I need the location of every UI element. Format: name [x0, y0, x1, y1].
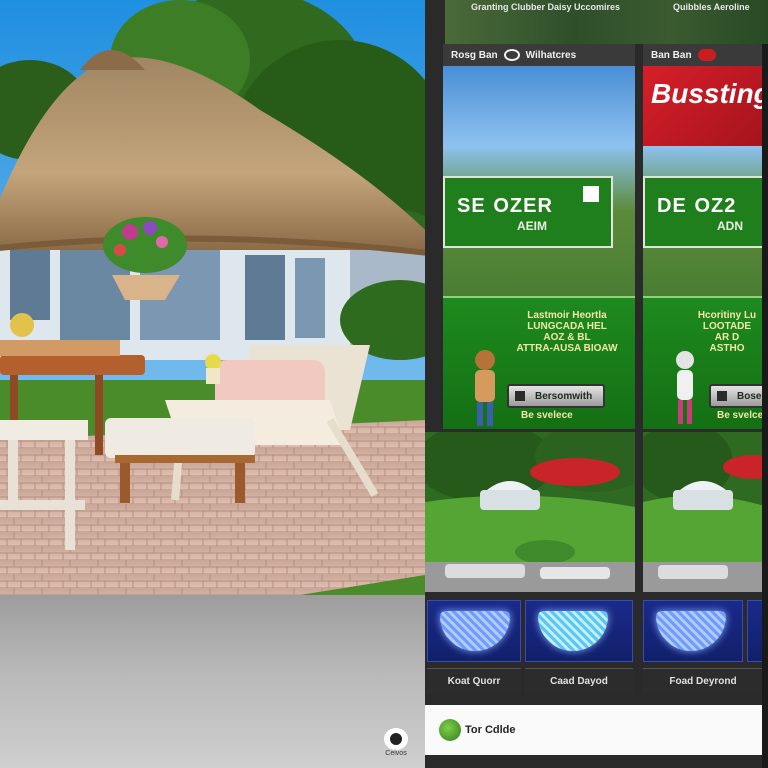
- ad-column: Granting Clubber Daisy Uccomires Quibble…: [425, 0, 768, 768]
- ad-card-1[interactable]: Rosg Ban Wilhatcres SE OZER AEIM Lastmoi…: [443, 44, 635, 429]
- ad-bar-label: Rosg Ban: [451, 49, 498, 61]
- ad-headline-part-1: SE: [457, 195, 486, 217]
- ad-headline: DE OZ2: [657, 191, 766, 219]
- ad-card-2[interactable]: Ban Ban Busstinge DE OZ2 ADN Hcoritiny L: [643, 44, 768, 429]
- person-figure-icon: [475, 350, 495, 426]
- product-tile-1[interactable]: [427, 600, 521, 662]
- ad-headline-part-2: OZ2: [694, 195, 737, 217]
- ad-scene: Busstinge DE OZ2 ADN Hcoritiny Lu LOOTAD…: [643, 66, 768, 429]
- ad-banner: Busstinge: [643, 66, 768, 146]
- product-tiles: [425, 600, 768, 665]
- ad-cta-button[interactable]: Boserdh: [709, 384, 768, 408]
- garden-thumbnail-1[interactable]: [425, 432, 635, 592]
- footer-bar[interactable]: Tor Cdlde: [425, 705, 768, 755]
- garden-thumbnail-2[interactable]: [643, 432, 768, 592]
- ad-headline-box: SE OZER AEIM: [443, 176, 613, 248]
- ad-headline-part-2: OZER: [493, 195, 553, 217]
- checkbox-icon: [583, 186, 599, 202]
- product-tile-2[interactable]: [525, 600, 633, 662]
- basket-icon: [656, 611, 726, 651]
- ad-promo-text: Hcoritiny Lu LOOTADE AR D ASTHO: [697, 310, 757, 354]
- ad-logo-icon: [503, 49, 520, 61]
- brand-logo-icon: Ceivos: [379, 728, 413, 758]
- top-strip: Granting Clubber Daisy Uccomires Quibble…: [445, 0, 768, 44]
- product-tile-3[interactable]: [643, 600, 743, 662]
- ad-promo-panel: Lastmoir Heortla LUNGCADA HEL AOZ & BL A…: [443, 296, 635, 429]
- ad-logo-icon: [697, 49, 716, 61]
- caption-3[interactable]: Foad Deyrond: [643, 668, 763, 694]
- ad-promo-panel: Hcoritiny Lu LOOTADE AR D ASTHO Boserdh …: [643, 296, 768, 429]
- caption-2[interactable]: Caad Dayod: [525, 668, 633, 694]
- ad-header-bar: Rosg Ban Wilhatcres: [443, 44, 635, 66]
- caption-1[interactable]: Koat Quorr: [427, 668, 521, 694]
- grey-placeholder-area: Ceivos: [0, 595, 425, 768]
- ad-headline-box: DE OZ2 ADN: [643, 176, 768, 248]
- top-strip-right-text: Quibbles Aeroline: [673, 2, 750, 12]
- ad-scene: SE OZER AEIM Lastmoir Heortla LUNGCADA H…: [443, 66, 635, 429]
- ad-subheadline: AEIM: [517, 219, 547, 233]
- hero-photo-patio: [0, 0, 425, 595]
- footer-label: Tor Cdlde: [465, 724, 516, 736]
- ad-promo-text: Lastmoir Heortla LUNGCADA HEL AOZ & BL A…: [516, 310, 618, 354]
- person-figure-icon: [676, 351, 694, 424]
- top-strip-left-text: Granting Clubber Daisy Uccomires: [471, 2, 621, 12]
- ad-headline-part-1: DE: [657, 195, 687, 217]
- ad-cta-button[interactable]: Bersomwith: [507, 384, 605, 408]
- ad-bar-label-2: Wilhatcres: [525, 49, 577, 61]
- leaf-icon: [439, 719, 461, 741]
- caption-row: Koat Quorr Caad Dayod Foad Deyrond: [425, 668, 768, 696]
- basket-icon: [440, 611, 510, 651]
- scrollbar[interactable]: [762, 44, 768, 768]
- ad-footer-text: Be svelce: [717, 410, 764, 421]
- ad-bar-label: Ban Ban: [651, 49, 692, 61]
- basket-icon: [538, 611, 608, 651]
- ad-header-bar: Ban Ban: [643, 44, 768, 66]
- brand-logo-text: Ceivos: [385, 750, 407, 757]
- ad-subheadline: ADN: [717, 219, 743, 233]
- ad-footer-text: Be svelece: [521, 410, 573, 421]
